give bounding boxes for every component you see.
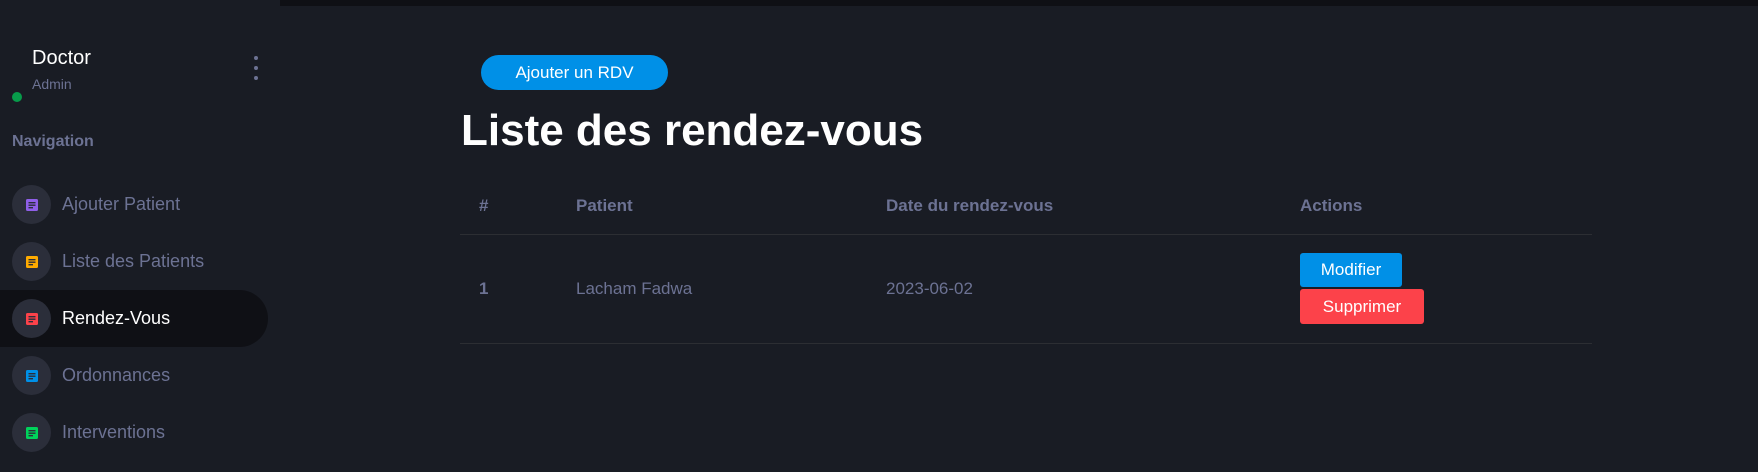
sidebar-item-liste-patients[interactable]: Liste des Patients bbox=[0, 233, 268, 290]
document-icon bbox=[12, 242, 51, 281]
sidebar-item-label: Interventions bbox=[62, 422, 166, 442]
appointments-table: # Patient Date du rendez-vous Actions 1 … bbox=[460, 178, 1592, 344]
add-appointment-button[interactable]: Ajouter un RDV bbox=[481, 55, 668, 90]
column-header-date: Date du rendez-vous bbox=[886, 196, 1054, 215]
sidebar-item-interventions[interactable]: Interventions bbox=[0, 404, 268, 461]
profile-name: Doctor bbox=[32, 47, 91, 69]
appointment-date: 2023-06-02 bbox=[886, 279, 973, 298]
page-title: Liste des rendez-vous bbox=[461, 106, 924, 155]
sidebar-item-label: Ajouter Patient bbox=[62, 194, 181, 214]
sidebar-item-ajouter-patient[interactable]: Ajouter Patient bbox=[0, 176, 268, 233]
sidebar-item-label: Rendez-Vous bbox=[62, 308, 171, 328]
delete-button[interactable]: Supprimer bbox=[1300, 289, 1424, 324]
profile: Doctor Admin bbox=[0, 40, 280, 102]
table-row: 1 Lacham Fadwa 2023-06-02 Modifier Suppr… bbox=[460, 235, 1592, 344]
row-number: 1 bbox=[479, 279, 489, 298]
sidebar: Doctor Admin Navigation Ajouter Patient … bbox=[0, 0, 280, 472]
main-content: Ajouter un RDV Liste des rendez-vous # P… bbox=[280, 6, 1758, 472]
profile-role: Admin bbox=[32, 76, 72, 92]
online-status-dot bbox=[12, 92, 22, 102]
sidebar-item-ordonnances[interactable]: Ordonnances bbox=[0, 347, 268, 404]
patient-name: Lacham Fadwa bbox=[576, 279, 693, 298]
sidebar-item-rendez-vous[interactable]: Rendez-Vous bbox=[0, 290, 268, 347]
column-header-actions: Actions bbox=[1300, 196, 1363, 215]
sidebar-item-label: Ordonnances bbox=[62, 365, 171, 385]
sidebar-item-label: Liste des Patients bbox=[62, 251, 205, 271]
document-icon bbox=[12, 185, 51, 224]
document-icon bbox=[12, 299, 51, 338]
nav-list: Ajouter Patient Liste des Patients Rende… bbox=[0, 176, 280, 461]
document-icon bbox=[12, 413, 51, 452]
document-icon bbox=[12, 356, 51, 395]
edit-button[interactable]: Modifier bbox=[1300, 253, 1402, 287]
column-header-number: # bbox=[479, 196, 489, 215]
more-options-icon[interactable] bbox=[250, 56, 262, 80]
nav-category-label: Navigation bbox=[12, 133, 94, 150]
column-header-patient: Patient bbox=[576, 196, 633, 215]
table-header: # Patient Date du rendez-vous Actions bbox=[460, 178, 1592, 235]
